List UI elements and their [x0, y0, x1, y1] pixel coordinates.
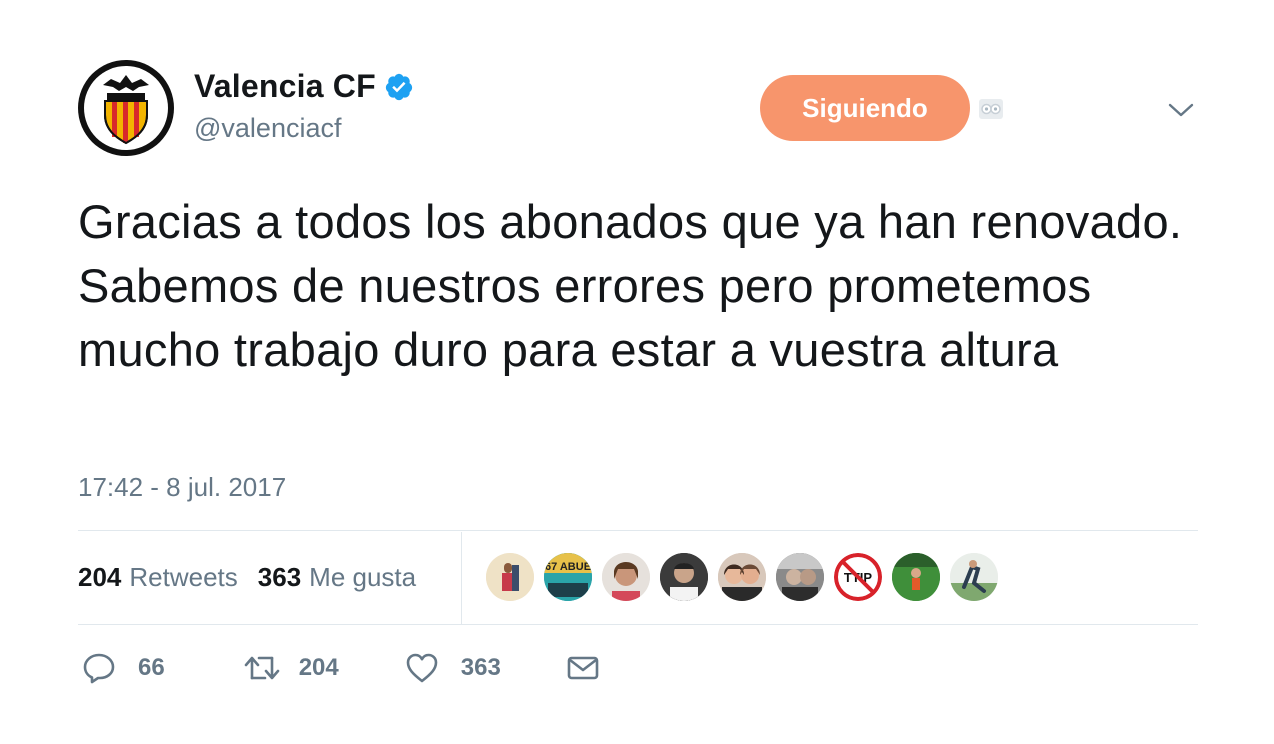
- owl-icon[interactable]: [978, 98, 1004, 120]
- retweet-icon: [244, 656, 280, 680]
- tweet-stats: 204 Retweets 363 Me gusta: [78, 562, 416, 593]
- user-handle[interactable]: @valenciacf: [194, 113, 341, 144]
- heart-icon: [406, 653, 438, 683]
- direct-message-button[interactable]: [567, 654, 599, 682]
- like-count: 363: [460, 654, 501, 681]
- liker-avatar-9[interactable]: [950, 553, 998, 601]
- tweet-actions: 66 204 363: [82, 652, 599, 684]
- reply-icon: [83, 653, 115, 684]
- likes-count: 363: [257, 562, 302, 592]
- tweet-timestamp[interactable]: 17:42 - 8 jul. 2017: [78, 472, 286, 503]
- like-button[interactable]: 363: [405, 652, 501, 684]
- envelope-icon: [567, 656, 599, 680]
- valencia-crest-icon: [84, 66, 168, 150]
- retweet-count: 204: [298, 654, 339, 681]
- retweet-button[interactable]: 204: [243, 652, 339, 684]
- following-button[interactable]: Siguiendo: [760, 75, 970, 141]
- liker-avatar-5[interactable]: [718, 553, 766, 601]
- display-name[interactable]: Valencia CF: [194, 68, 376, 105]
- liker-avatar-4[interactable]: [660, 553, 708, 601]
- tweet-text: Gracias a todos los abonados que ya han …: [78, 195, 1183, 376]
- liker-avatar-2-number: 7.267 ABUELO: [544, 561, 592, 573]
- reply-button[interactable]: 66: [82, 652, 165, 684]
- stats-divider: [461, 532, 462, 624]
- reply-count: 66: [138, 654, 165, 681]
- avatar[interactable]: [78, 60, 174, 156]
- retweets-count: 204: [78, 562, 122, 592]
- verified-badge-icon: [385, 73, 412, 100]
- likers-list: 7.267 ABUELO: [486, 553, 1008, 601]
- liker-avatar-3[interactable]: [602, 553, 650, 601]
- liker-avatar-6[interactable]: [776, 553, 824, 601]
- divider: [78, 624, 1198, 625]
- liker-avatar-8[interactable]: [892, 553, 940, 601]
- tweet-card: Valencia CF @valenciacf Siguiendo Gracia…: [0, 0, 1274, 744]
- likes-stat[interactable]: 363 Me gusta: [258, 562, 416, 593]
- retweets-stat[interactable]: 204 Retweets: [78, 562, 238, 593]
- likes-label: Me gusta: [309, 562, 417, 592]
- liker-avatar-1[interactable]: [486, 553, 534, 601]
- liker-avatar-2[interactable]: 7.267 ABUELO: [544, 553, 592, 601]
- liker-avatar-7[interactable]: TTIP: [834, 553, 882, 601]
- divider: [78, 530, 1198, 531]
- user-name-row: Valencia CF: [194, 68, 414, 105]
- chevron-down-icon[interactable]: [1166, 98, 1196, 122]
- retweets-label: Retweets: [129, 562, 238, 592]
